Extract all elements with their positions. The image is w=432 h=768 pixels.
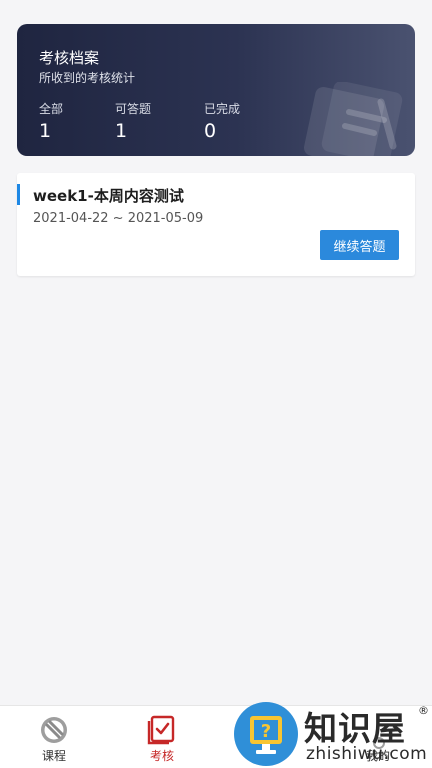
tab-exam[interactable]: 考核 bbox=[108, 706, 216, 768]
summary-subtitle: 所收到的考核统计 bbox=[39, 71, 136, 85]
stat-answerable-label: 可答题 bbox=[115, 102, 152, 116]
stat-all-value: 1 bbox=[39, 120, 52, 142]
question-monitor-icon: ? bbox=[250, 716, 282, 754]
site-watermark: ? 知识屋 ® zhishiwu.com bbox=[232, 700, 432, 768]
stat-completed-label: 已完成 bbox=[204, 102, 241, 116]
stat-all: 全部 1 bbox=[39, 100, 63, 142]
tab-course[interactable]: 课程 bbox=[0, 706, 108, 768]
stat-answerable-value: 1 bbox=[115, 120, 128, 142]
document-watermark-icon bbox=[303, 82, 403, 156]
stat-answerable: 可答题 1 bbox=[115, 100, 151, 142]
stat-completed-value: 0 bbox=[204, 120, 217, 142]
watermark-registered: ® bbox=[418, 704, 429, 717]
svg-text:?: ? bbox=[261, 721, 271, 742]
exam-date-range: 2021-04-22 ~ 2021-05-09 bbox=[33, 211, 204, 226]
exam-check-icon bbox=[147, 715, 175, 745]
stat-all-label: 全部 bbox=[39, 102, 64, 116]
tab-course-label: 课程 bbox=[41, 749, 66, 763]
continue-answer-button[interactable]: 继续答题 bbox=[320, 230, 399, 260]
watermark-text-en: zhishiwu.com bbox=[306, 744, 428, 764]
watermark-text-cn: 知识屋 bbox=[304, 709, 406, 748]
stat-completed: 已完成 0 bbox=[204, 100, 240, 142]
app-page: 考核档案 所收到的考核统计 全部 1 可答题 1 已完成 0 week1-本周内… bbox=[0, 0, 432, 768]
summary-title: 考核档案 bbox=[39, 49, 100, 67]
exam-summary-card: 考核档案 所收到的考核统计 全部 1 可答题 1 已完成 0 bbox=[17, 24, 415, 156]
exam-accent-bar bbox=[17, 184, 20, 205]
exam-list-item[interactable]: week1-本周内容测试 2021-04-22 ~ 2021-05-09 继续答… bbox=[17, 173, 415, 276]
exam-title: week1-本周内容测试 bbox=[33, 187, 184, 205]
tab-exam-label: 考核 bbox=[149, 749, 174, 763]
course-icon bbox=[41, 717, 67, 743]
watermark-logo: ? bbox=[234, 702, 298, 766]
